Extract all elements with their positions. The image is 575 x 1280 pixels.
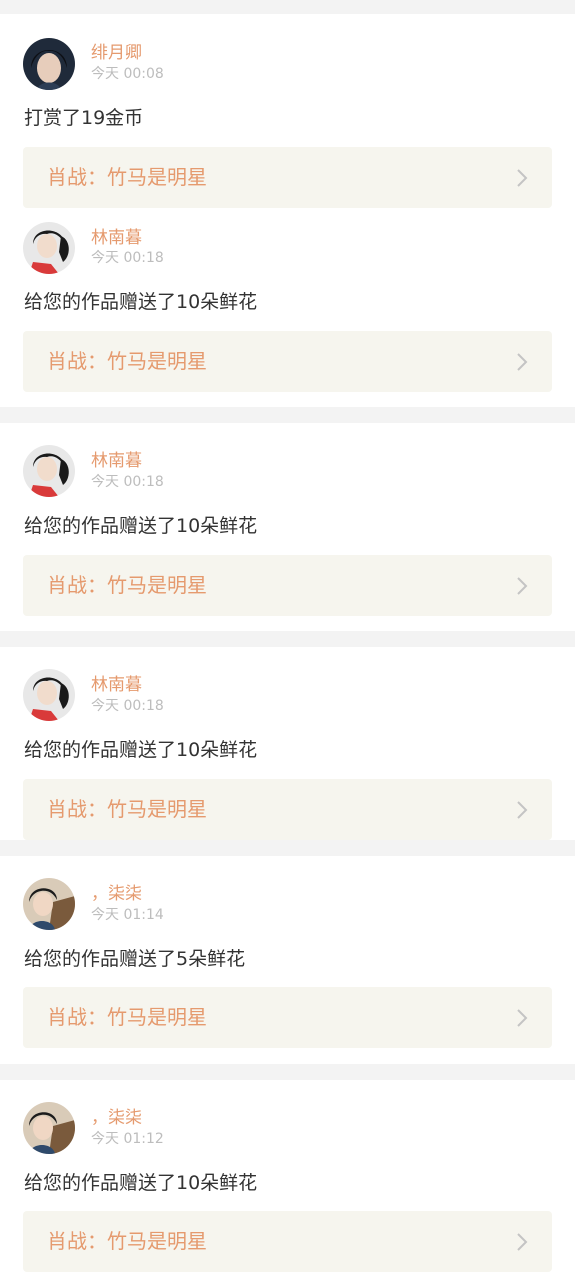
notification-card: ，柒柒 今天 01:14 给您的作品赠送了5朵鲜花 肖战：竹马是明星 bbox=[0, 856, 575, 1064]
chevron-right-icon bbox=[516, 800, 528, 820]
notification-card: 绯月卿 今天 00:08 打赏了19金币 肖战：竹马是明星 林南暮 今天 00:… bbox=[0, 14, 575, 407]
timestamp: 今天 00:18 bbox=[91, 474, 164, 490]
notification-message: 打赏了19金币 bbox=[24, 107, 144, 129]
username[interactable]: ，柒柒 bbox=[91, 1107, 142, 1129]
username[interactable]: 林南暮 bbox=[91, 450, 142, 472]
work-title: 肖战：竹马是明星 bbox=[47, 1229, 207, 1253]
notification-message: 给您的作品赠送了5朵鲜花 bbox=[24, 948, 246, 970]
chevron-right-icon bbox=[516, 1232, 528, 1252]
avatar-dark-hair-icon bbox=[23, 38, 75, 90]
username[interactable]: ，柒柒 bbox=[91, 883, 142, 905]
chevron-right-icon bbox=[516, 168, 528, 188]
notification-message: 给您的作品赠送了10朵鲜花 bbox=[24, 515, 258, 537]
notification-card: 林南暮 今天 00:18 给您的作品赠送了10朵鲜花 肖战：竹马是明星 bbox=[0, 647, 575, 840]
avatar-girl-red-icon bbox=[23, 222, 75, 274]
avatar[interactable] bbox=[23, 1102, 75, 1154]
avatar[interactable] bbox=[23, 222, 75, 274]
work-title: 肖战：竹马是明星 bbox=[47, 1005, 207, 1029]
work-link[interactable]: 肖战：竹马是明星 bbox=[23, 555, 552, 616]
work-link[interactable]: 肖战：竹马是明星 bbox=[23, 779, 552, 840]
avatar[interactable] bbox=[23, 445, 75, 497]
timestamp: 今天 01:14 bbox=[91, 907, 164, 923]
gift-notification-feed: 绯月卿 今天 00:08 打赏了19金币 肖战：竹马是明星 林南暮 今天 00:… bbox=[0, 0, 575, 1280]
chevron-right-icon bbox=[516, 1008, 528, 1028]
notification-card: 林南暮 今天 00:18 给您的作品赠送了10朵鲜花 肖战：竹马是明星 bbox=[0, 423, 575, 631]
notification-message: 给您的作品赠送了10朵鲜花 bbox=[24, 291, 258, 313]
avatar[interactable] bbox=[23, 38, 75, 90]
notification-message: 给您的作品赠送了10朵鲜花 bbox=[24, 739, 258, 761]
work-title: 肖战：竹马是明星 bbox=[47, 349, 207, 373]
timestamp: 今天 00:18 bbox=[91, 250, 164, 266]
chevron-right-icon bbox=[516, 352, 528, 372]
avatar-boy-icon bbox=[23, 878, 75, 930]
work-link[interactable]: 肖战：竹马是明星 bbox=[23, 987, 552, 1048]
notification-message: 给您的作品赠送了10朵鲜花 bbox=[24, 1172, 258, 1194]
avatar-girl-red-icon bbox=[23, 669, 75, 721]
work-link[interactable]: 肖战：竹马是明星 bbox=[23, 1211, 552, 1272]
work-link[interactable]: 肖战：竹马是明星 bbox=[23, 331, 552, 392]
notification-card: ，柒柒 今天 01:12 给您的作品赠送了10朵鲜花 肖战：竹马是明星 bbox=[0, 1080, 575, 1280]
username[interactable]: 林南暮 bbox=[91, 674, 142, 696]
username[interactable]: 绯月卿 bbox=[91, 42, 142, 64]
avatar[interactable] bbox=[23, 878, 75, 930]
username[interactable]: 林南暮 bbox=[91, 227, 142, 249]
work-title: 肖战：竹马是明星 bbox=[47, 797, 207, 821]
avatar-boy-icon bbox=[23, 1102, 75, 1154]
work-link[interactable]: 肖战：竹马是明星 bbox=[23, 147, 552, 208]
timestamp: 今天 00:18 bbox=[91, 698, 164, 714]
chevron-right-icon bbox=[516, 576, 528, 596]
avatar[interactable] bbox=[23, 669, 75, 721]
timestamp: 今天 00:08 bbox=[91, 66, 164, 82]
avatar-girl-red-icon bbox=[23, 445, 75, 497]
work-title: 肖战：竹马是明星 bbox=[47, 573, 207, 597]
timestamp: 今天 01:12 bbox=[91, 1131, 164, 1147]
work-title: 肖战：竹马是明星 bbox=[47, 165, 207, 189]
